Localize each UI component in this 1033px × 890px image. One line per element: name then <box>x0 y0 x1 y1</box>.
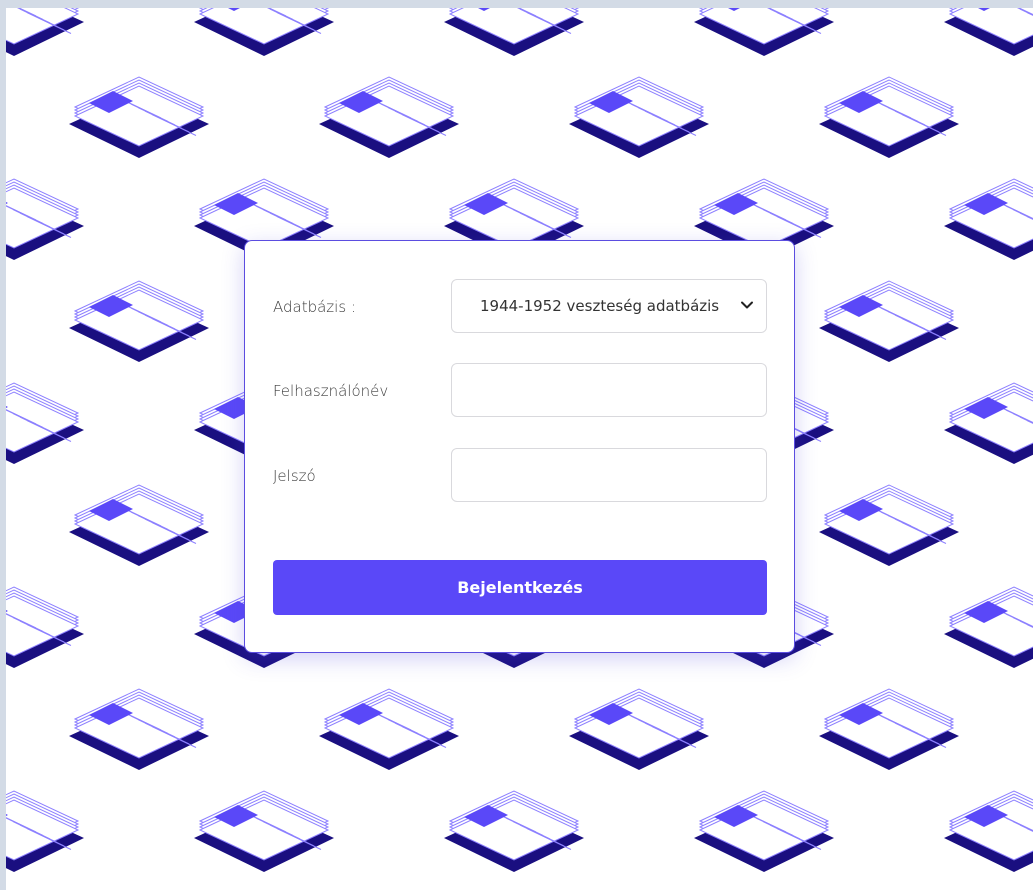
document-stack-icon <box>444 8 584 56</box>
document-stack-icon <box>944 790 1033 872</box>
document-stack-icon <box>6 790 84 872</box>
database-select-value: 1944-1952 veszteség adatbázis <box>480 297 720 315</box>
document-stack-icon <box>69 484 209 566</box>
document-stack-icon <box>69 688 209 770</box>
document-stack-icon <box>444 790 584 872</box>
password-field[interactable] <box>451 448 767 502</box>
document-stack-icon <box>944 382 1033 464</box>
username-label: Felhasználónév <box>273 382 389 400</box>
window-top-border <box>0 0 1033 8</box>
document-stack-icon <box>6 178 84 260</box>
password-label: Jelszó <box>273 467 316 485</box>
username-input[interactable] <box>452 364 766 416</box>
document-stack-icon <box>569 76 709 158</box>
document-stack-icon <box>819 484 959 566</box>
document-stack-icon <box>819 76 959 158</box>
login-card: Adatbázis : 1944-1952 veszteség adatbázi… <box>244 240 795 653</box>
document-stack-icon <box>819 280 959 362</box>
password-input[interactable] <box>452 449 766 501</box>
document-stack-icon <box>69 76 209 158</box>
document-stack-icon <box>6 586 84 668</box>
username-field[interactable] <box>451 363 767 417</box>
document-stack-icon <box>694 790 834 872</box>
document-stack-icon <box>819 688 959 770</box>
document-stack-icon <box>319 76 459 158</box>
document-stack-icon <box>69 280 209 362</box>
document-stack-icon <box>694 8 834 56</box>
database-select[interactable]: 1944-1952 veszteség adatbázis <box>451 279 767 333</box>
chevron-down-icon <box>741 301 753 309</box>
document-stack-icon <box>6 382 84 464</box>
login-button[interactable]: Bejelentkezés <box>273 560 767 615</box>
document-stack-icon <box>194 8 334 56</box>
document-stack-icon <box>944 8 1033 56</box>
document-stack-icon <box>944 178 1033 260</box>
document-stack-icon <box>194 790 334 872</box>
database-label: Adatbázis : <box>273 298 356 316</box>
document-stack-icon <box>6 8 84 56</box>
document-stack-icon <box>319 688 459 770</box>
document-stack-icon <box>569 688 709 770</box>
document-stack-icon <box>944 586 1033 668</box>
